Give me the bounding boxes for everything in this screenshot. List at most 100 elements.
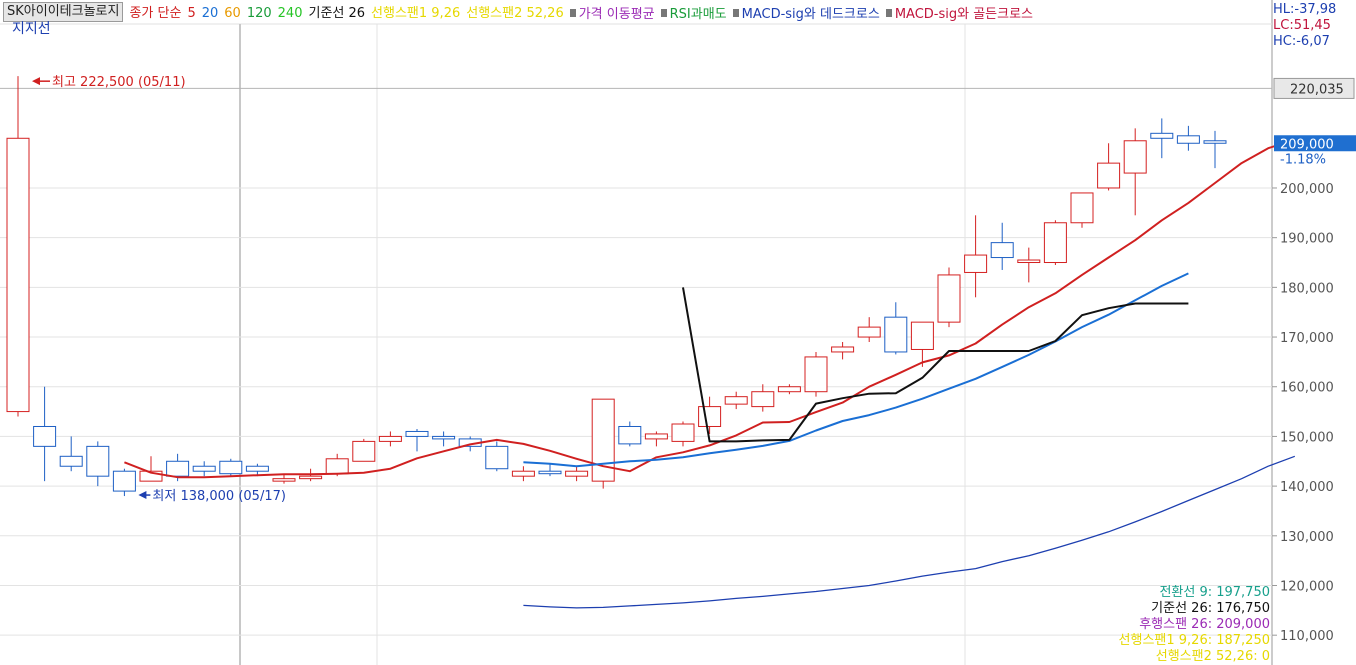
candle-body [937, 274, 961, 323]
current-price-label: 209,000 [1280, 137, 1334, 152]
candle-body [1176, 135, 1200, 144]
candle-body [219, 460, 243, 475]
candle-body [671, 423, 695, 442]
candle-body [245, 465, 269, 472]
candle-body [644, 433, 668, 440]
y-tick-label: 170,000 [1280, 331, 1334, 346]
legend-items: 종가 단순 5 20 60 120 240 기준선 26 선행스팬1 9,26 선행스팬2 52… [123, 2, 1033, 23]
candle-body [352, 440, 376, 462]
candle-body [272, 478, 296, 482]
candle-body [166, 460, 190, 477]
candle-body [1123, 140, 1147, 174]
chart-background [0, 0, 1356, 665]
candle-body [1043, 222, 1067, 264]
legend-item-label: 가격 이동평균 [578, 7, 655, 23]
legend-marker-icon [885, 8, 892, 17]
candle-body [325, 458, 349, 475]
low-price-annotation: 최저 138,000 (05/17) [152, 489, 286, 504]
candle-body [511, 470, 535, 477]
candle-body [698, 406, 722, 427]
legend-item[interactable]: 240 [278, 6, 303, 21]
legend-item-label: MACD-sig와 골든크로스 [894, 7, 1034, 23]
legend-item-label: 기준선 26 [308, 5, 366, 21]
candle-body [86, 445, 110, 477]
legend-item[interactable]: 선행스팬1 9,26 [371, 2, 460, 21]
legend-item[interactable]: 20 [202, 6, 219, 21]
right-stats: HL:-37,98 LC:51,45 HC:-6,07 [1273, 2, 1336, 50]
candlestick-chart: 110,000 120,000 130,000 140,000 150,000 160,0… [0, 0, 1356, 665]
legend-item-label: 60 [224, 5, 241, 21]
high-price-annotation: 최고 222,500 (05/11) [52, 75, 186, 90]
legend-item[interactable]: MACD-sig와 데드크로스 [732, 3, 880, 23]
candle-body [1070, 192, 1094, 224]
right-stat: HL:-37,98 [1273, 2, 1337, 17]
ichimoku-info-line: 기준선 26: 176,750 [1151, 601, 1270, 616]
y-tick-label: 110,000 [1280, 629, 1334, 644]
legend-item-label: MACD-sig와 데드크로스 [741, 7, 880, 23]
candle-body [1150, 132, 1174, 139]
candle-body [1017, 259, 1041, 264]
candle-body [1097, 162, 1121, 189]
legend-item[interactable]: 120 [247, 6, 272, 21]
candle-body [432, 435, 456, 440]
legend-item[interactable]: 종가 단순 [129, 2, 181, 21]
candle-body [299, 475, 323, 480]
legend-item[interactable]: 60 [224, 6, 241, 21]
y-tick-label: 120,000 [1280, 579, 1334, 594]
candle-body [59, 455, 83, 467]
ichimoku-info-line: 선행스팬1 9,26: 187,250 [1118, 633, 1270, 648]
y-tick-label: 160,000 [1280, 381, 1334, 396]
legend-marker-icon [569, 8, 576, 17]
chart-legend: SK아이이테크놀로지 종가 단순 5 20 60 120 240 기준선 26 선행스팬1 9… [0, 0, 1033, 24]
candle-body [485, 445, 509, 470]
legend-item-label: 240 [277, 5, 303, 21]
legend-item-label: 120 [246, 5, 272, 21]
legend-marker-icon [660, 8, 667, 17]
ichimoku-info: 전환선 9: 197,750 기준선 26: 176,750 후행스팬 26: 20… [1119, 585, 1270, 665]
legend-item-label: 5 [187, 5, 196, 21]
ichimoku-info-line: 선행스팬2 52,26: 0 [1155, 649, 1270, 664]
candle-body [990, 242, 1014, 259]
candle-body [591, 398, 615, 482]
legend-item[interactable]: 선행스팬2 52,26 [466, 2, 563, 21]
candle-body [857, 326, 881, 338]
y-tick-label: 200,000 [1280, 182, 1334, 197]
candle-body [6, 137, 30, 413]
y-tick-label: 150,000 [1280, 430, 1334, 445]
ichimoku-info-line: 전환선 9: 197,750 [1159, 585, 1270, 600]
candle-body [378, 435, 402, 442]
candle-body [777, 386, 801, 393]
legend-item[interactable]: 가격 이동평균 [569, 3, 655, 23]
support-line-label: 지지선 [12, 21, 51, 37]
legend-item-label: 선행스팬2 52,26 [466, 5, 564, 21]
candle-body [910, 321, 934, 350]
max-price-label: 220,035 [1290, 82, 1344, 97]
legend-item[interactable]: MACD-sig와 골든크로스 [885, 3, 1034, 23]
candle-body [618, 425, 642, 445]
legend-item-label: 종가 단순 [129, 5, 182, 21]
ichimoku-info-line: 후행스팬 26: 209,000 [1139, 617, 1270, 632]
legend-item-label: RSI과매도 [669, 7, 727, 23]
candle-body [724, 396, 748, 405]
y-tick-label: 180,000 [1280, 281, 1334, 296]
legend-item[interactable]: 5 [187, 6, 195, 21]
y-tick-label: 130,000 [1280, 530, 1334, 545]
legend-item[interactable]: RSI과매도 [660, 3, 727, 23]
candle-body [804, 356, 828, 393]
current-price-change: -1.18% [1280, 152, 1326, 167]
candle-body [751, 391, 775, 408]
candle-body [112, 470, 136, 492]
legend-marker-icon [732, 8, 739, 17]
candle-body [1203, 140, 1227, 144]
candle-body [964, 254, 988, 273]
y-tick-label: 140,000 [1280, 480, 1334, 495]
candle-body [192, 465, 216, 472]
candle-body [565, 470, 589, 477]
right-stat: HC:-6,07 [1273, 34, 1330, 49]
legend-item-label: 선행스팬1 9,26 [371, 5, 461, 21]
legend-item[interactable]: 기준선 26 [308, 2, 365, 21]
candle-body [884, 316, 908, 353]
candle-body [831, 346, 855, 353]
candle-body [33, 425, 57, 447]
y-tick-label: 190,000 [1280, 232, 1334, 247]
